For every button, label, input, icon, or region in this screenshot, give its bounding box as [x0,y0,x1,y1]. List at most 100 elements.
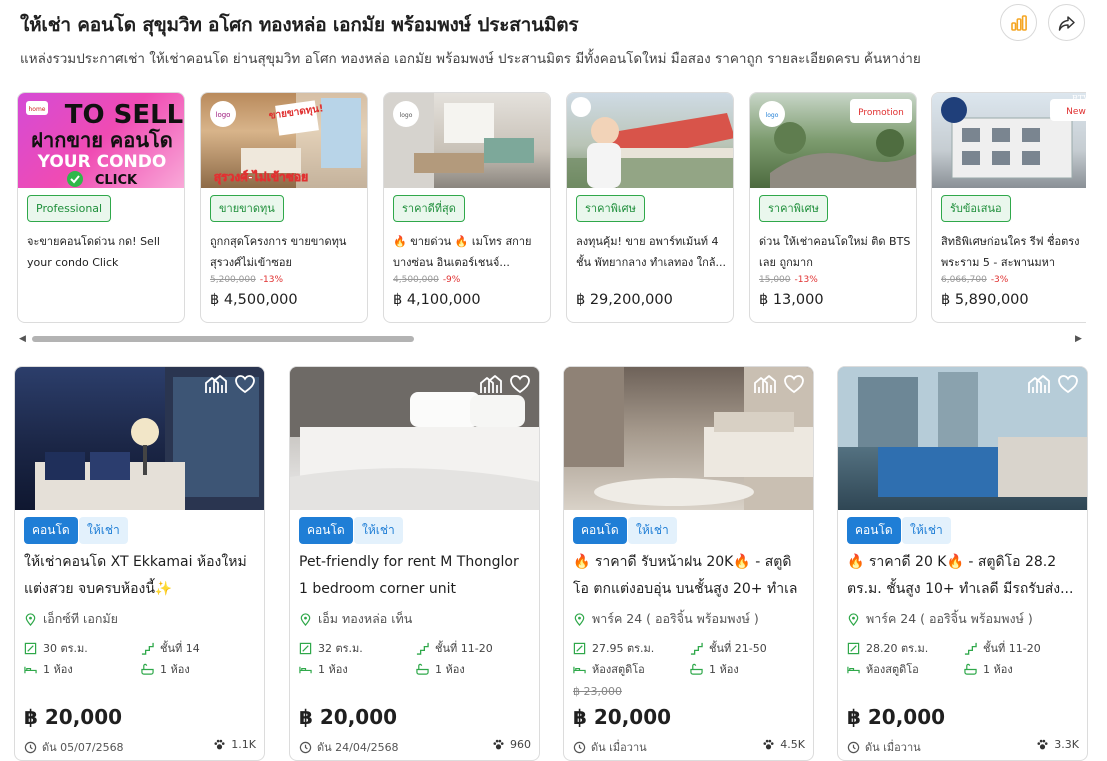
listing-card[interactable]: คอนโด ให้เช่า ให้เช่าคอนโด XT Ekkamai ห้… [14,366,265,761]
listing-bedrooms-text: ห้องสตูดิโอ [592,663,645,676]
listing-card[interactable]: คอนโด ให้เช่า 🔥 ราคาดี รับหน้าฝน 20K🔥 - … [563,366,814,761]
property-type-badge: คอนโด [24,517,78,544]
bed-icon [573,666,586,673]
featured-price-old-row: 4,500,000 -9% [393,275,460,285]
bathtub-icon [141,663,154,675]
listing-title[interactable]: ให้เช่าคอนโด XT Ekkamai ห้องใหม่ แต่งสวย… [24,549,256,603]
listing-location-text: พาร์ค 24 ( ออริจิ้น พร้อมพงษ์ ) [592,611,759,626]
listing-area: 27.95 ตร.ม. [573,639,654,657]
building-compare-icon[interactable] [204,373,228,395]
featured-discount: -9% [442,275,461,285]
listing-image[interactable] [290,367,539,510]
carousel-scrollbar[interactable] [32,336,414,342]
building-compare-icon[interactable] [479,373,503,395]
deal-type-badge: ให้เช่า [79,517,128,544]
heart-icon[interactable] [1057,373,1079,395]
featured-card[interactable]: logo ราคาดีที่สุด 🔥 ขายด่วน 🔥 เมโทร สกาย… [383,92,551,323]
listing-location[interactable]: พาร์ค 24 ( ออริจิ้น พร้อมพงษ์ ) [847,609,1033,629]
area-icon [24,642,37,654]
bathtub-icon [964,663,977,675]
listing-bathrooms: 1 ห้อง [964,660,1013,678]
featured-card[interactable]: logo ขายขาดทุน! สุรวงศ์-ไม่เข้าซอย ขายขา… [200,92,368,323]
featured-old-price: 6,066,700 [941,275,987,285]
featured-title[interactable]: สิทธิพิเศษก่อนใคร รีฟ ชื่อตรง พระราม 5 -… [941,231,1086,273]
listing-bedrooms-text: ห้องสตูดิโอ [866,663,919,676]
featured-title[interactable]: ลงทุนคุ้ม! ขาย อพาร์ทเม้นท์ 4 ชั้น พัทยา… [576,231,728,273]
listing-views: 4.5K [762,738,805,751]
deal-type-badge: ให้เช่า [628,517,677,544]
featured-image [567,93,733,188]
listing-card[interactable]: คอนโด ให้เช่า Pet-friendly for rent M Th… [289,366,540,761]
featured-tag: Professional [27,195,112,222]
listing-image[interactable] [15,367,264,510]
listing-views-text: 4.5K [780,738,805,751]
share-button[interactable] [1048,4,1085,41]
bar-chart-icon [1010,14,1027,31]
listing-card[interactable]: คอนโด ให้เช่า 🔥 ราคาดี 20 K🔥 - สตูดิโอ 2… [837,366,1088,761]
listing-price: ฿ 20,000 [847,705,946,729]
featured-title[interactable]: ถูกกสุดโครงการ ขายขาดทุน สุรวงศ์ไม่เข้าซ… [210,231,362,273]
featured-carousel[interactable]: home TO SELL ฝากขาย คอนโด YOUR CONDO CLI… [17,92,1086,324]
listing-old-price: ฿ 23,000 [573,685,622,698]
featured-card[interactable]: home TO SELL ฝากขาย คอนโด YOUR CONDO CLI… [17,92,185,323]
featured-old-price: 4,500,000 [393,275,439,285]
listing-bathrooms-text: 1 ห้อง [983,663,1013,676]
listing-area: 28.20 ตร.ม. [847,639,928,657]
listing-date: ดัน 05/07/2568 [24,738,124,756]
listing-area: 32 ตร.ม. [299,639,363,657]
listing-views-text: 1.1K [231,738,256,751]
heart-icon[interactable] [234,373,256,395]
listing-bathrooms-text: 1 ห้อง [435,663,465,676]
listing-views-text: 3.3K [1054,738,1079,751]
property-type-badge: คอนโด [847,517,901,544]
listing-title[interactable]: Pet-friendly for rent M Thonglor 1 bedro… [299,549,531,603]
featured-old-price: 5,200,000 [210,275,256,285]
featured-tag: ขายขาดทุน [210,195,284,222]
listing-location-text: เอ็ม ทองหล่อ เท็น [318,611,413,626]
listing-bedrooms: ห้องสตูดิโอ [847,660,919,678]
paw-icon [763,739,774,750]
listing-location[interactable]: เอ็กซ์ที เอกมัย [24,609,118,629]
featured-image-text: YOUR CONDO [37,152,167,172]
featured-price: ฿ 13,000 [759,292,824,308]
listing-floor: ชั้นที่ 11-20 [964,639,1041,657]
listing-date-text: ดัน เมื่อวาน [865,741,921,754]
featured-tag: ราคาพิเศษ [576,195,645,222]
listing-location-text: เอ็กซ์ที เอกมัย [43,611,118,626]
building-compare-icon[interactable] [753,373,777,395]
featured-image-text: สุรวงศ์-ไม่เข้าซอย [214,169,308,185]
listing-location-text: พาร์ค 24 ( ออริจิ้น พร้อมพงษ์ ) [866,611,1033,626]
listing-date: ดัน 24/04/2568 [299,738,399,756]
listing-views: 3.3K [1036,738,1079,751]
listing-location[interactable]: เอ็ม ทองหล่อ เท็น [299,609,412,629]
featured-image: logo [384,93,550,188]
heart-icon[interactable] [783,373,805,395]
featured-card[interactable]: New RTV รับข้อเสนอ สิทธิพิเศษก่อนใคร รีฟ… [931,92,1086,323]
featured-discount: -3% [990,275,1009,285]
featured-title[interactable]: จะขายคอนโดด่วน กด! Sell your condo Click [27,231,179,273]
listing-image[interactable] [838,367,1087,510]
listing-image[interactable] [564,367,813,510]
paw-icon [214,739,225,750]
featured-card[interactable]: ราคาพิเศษ ลงทุนคุ้ม! ขาย อพาร์ทเม้นท์ 4 … [566,92,734,323]
listing-floor-text: ชั้นที่ 11-20 [435,642,493,655]
stats-button[interactable] [1000,4,1037,41]
listing-date-text: ดัน เมื่อวาน [591,741,647,754]
listing-title[interactable]: 🔥 ราคาดี รับหน้าฝน 20K🔥 - สตูดิโอ ตกแต่ง… [573,549,805,603]
listing-price: ฿ 20,000 [573,705,672,729]
featured-card[interactable]: logo Promotion ราคาพิเศษ ด่วน ให้เช่าคอน… [749,92,917,323]
listing-location[interactable]: พาร์ค 24 ( ออริจิ้น พร้อมพงษ์ ) [573,609,759,629]
featured-discount: -13% [259,275,284,285]
scroll-right-arrow-icon[interactable]: ▶ [1075,334,1082,344]
featured-title[interactable]: ด่วน ให้เช่าคอนโดใหม่ ติด BTS เลย ถูกมาก [759,231,911,273]
scroll-left-arrow-icon[interactable]: ◀ [19,334,26,344]
featured-title[interactable]: 🔥 ขายด่วน 🔥 เมโทร สกาย บางซ่อน อินเตอร์เ… [393,231,545,273]
area-icon [847,642,860,654]
listing-bathrooms-text: 1 ห้อง [160,663,190,676]
clock-icon [573,741,586,753]
heart-icon[interactable] [509,373,531,395]
listing-title[interactable]: 🔥 ราคาดี 20 K🔥 - สตูดิโอ 28.2 ตร.ม. ชั้น… [847,549,1079,603]
area-icon [299,642,312,654]
property-type-badge: คอนโด [299,517,353,544]
building-compare-icon[interactable] [1027,373,1051,395]
